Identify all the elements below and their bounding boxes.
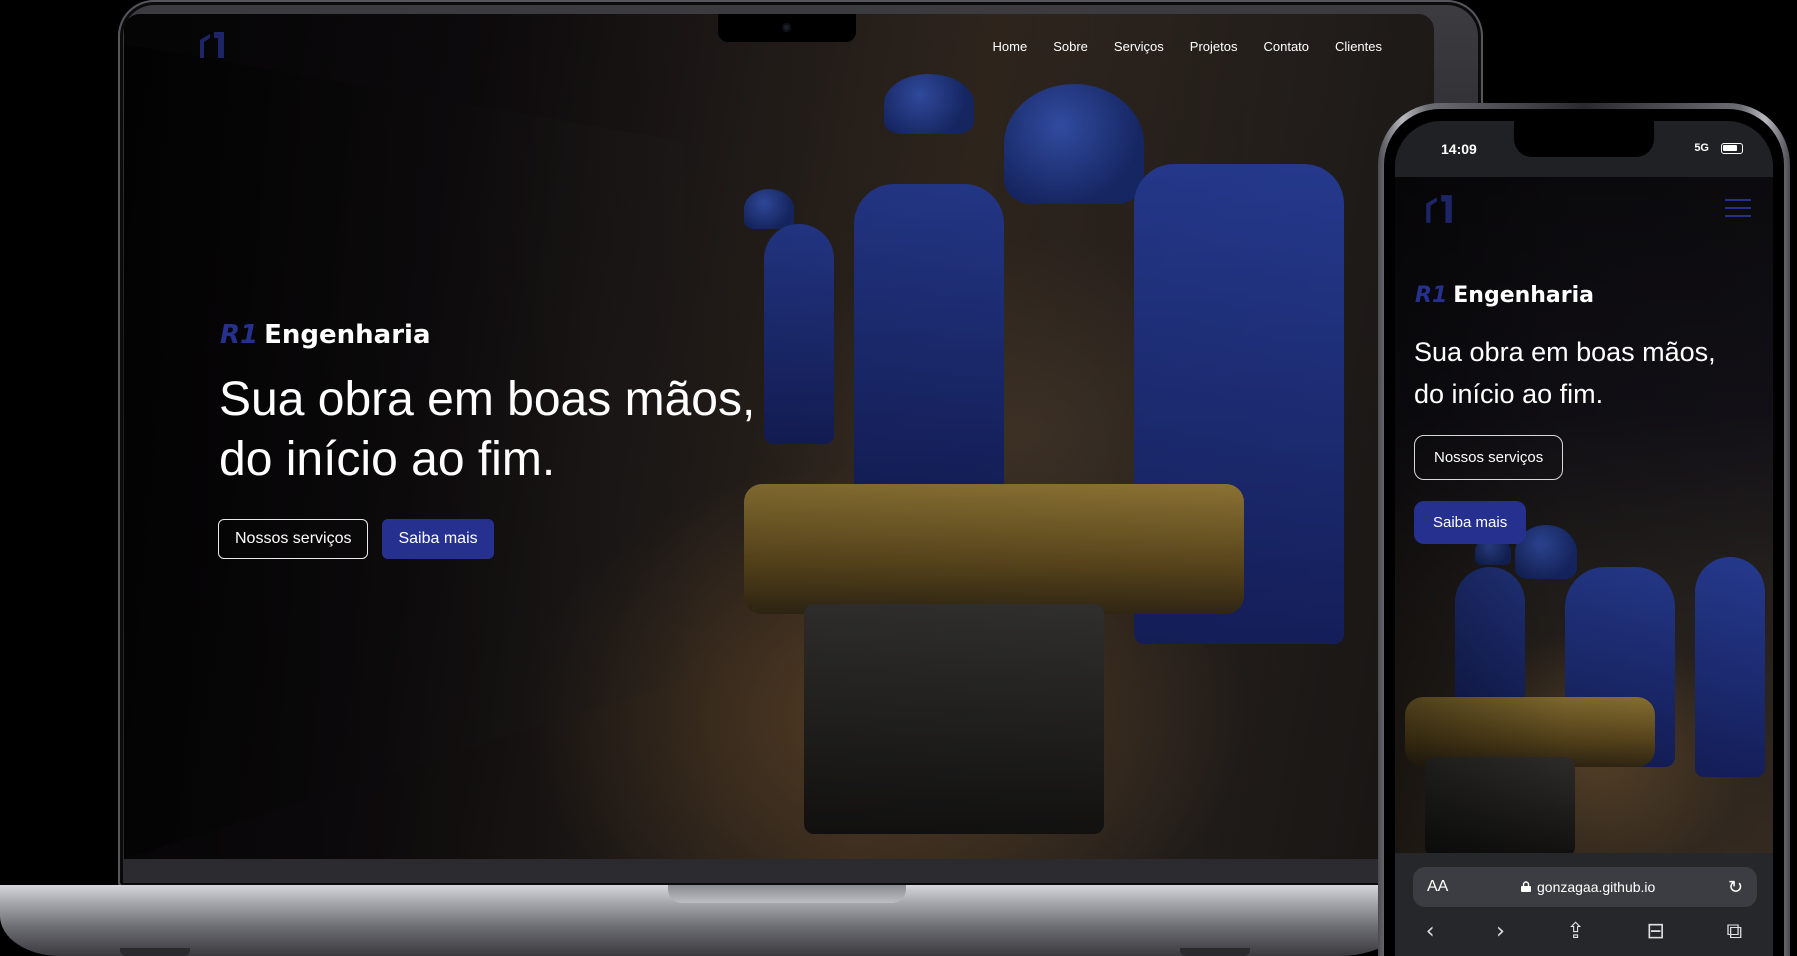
services-button[interactable]: Nossos serviços <box>218 519 369 559</box>
address-bar[interactable]: AA gonzagaa.github.io ↻ <box>1413 867 1757 907</box>
logo-icon[interactable] <box>196 30 228 60</box>
nav-contato[interactable]: Contato <box>1263 39 1309 54</box>
signal-indicator: 5G <box>1694 142 1709 154</box>
text-size-button[interactable]: AA <box>1427 878 1448 896</box>
nav-servicos[interactable]: Serviços <box>1114 39 1164 54</box>
main-nav: Home Sobre Serviços Projetos Contato Cli… <box>993 39 1382 54</box>
menu-bar <box>1725 215 1751 217</box>
brand-mark: R1 <box>1415 283 1448 308</box>
nav-clientes[interactable]: Clientes <box>1335 39 1382 54</box>
phone-site: R1 Engenharia Sua obra em boas mãos, do i… <box>1395 177 1773 853</box>
services-button[interactable]: Nossos serviços <box>1414 435 1564 480</box>
hero-actions: Nossos serviços Saiba mais <box>218 519 494 559</box>
status-bar: 14:09 5G <box>1395 121 1773 177</box>
reload-icon[interactable]: ↻ <box>1728 877 1743 898</box>
hero-title-line1: Sua obra em boas mãos, <box>219 373 756 426</box>
brand-name: Engenharia <box>1453 283 1595 308</box>
menu-bar <box>1725 207 1751 209</box>
status-time: 14:09 <box>1441 141 1477 157</box>
share-icon[interactable]: ⇪ <box>1566 919 1584 944</box>
phone-screen: 14:09 5G R1 Engenharia Sua obra em boas m… <box>1395 121 1773 956</box>
laptop-notch <box>718 14 856 42</box>
learn-more-button[interactable]: Saiba mais <box>1414 501 1527 544</box>
dynamic-island <box>1514 121 1654 157</box>
laptop-base <box>0 885 1420 956</box>
browser-chrome: AA gonzagaa.github.io ↻ ‹ › ⇪ ⊟ ⧉ <box>1395 853 1773 956</box>
brand-mark: R1 <box>220 320 259 350</box>
lock-icon <box>1521 881 1531 892</box>
hero-brand: R1 Engenharia <box>1415 283 1594 308</box>
browser-toolbar: ‹ › ⇪ ⊟ ⧉ <box>1395 919 1773 944</box>
laptop-groove <box>668 885 906 903</box>
nav-home[interactable]: Home <box>993 39 1028 54</box>
laptop-foot <box>120 948 190 956</box>
bookmarks-icon[interactable]: ⊟ <box>1646 919 1664 944</box>
tabs-icon[interactable]: ⧉ <box>1726 919 1742 944</box>
hero-title: Sua obra em boas mãos, do início ao fim. <box>219 370 859 490</box>
laptop-foot <box>1180 948 1250 956</box>
logo-icon[interactable] <box>1421 193 1457 225</box>
hero-title-line2: do início ao fim. <box>219 433 556 486</box>
menu-bar <box>1725 199 1751 201</box>
hero-brand: R1 Engenharia <box>220 320 430 350</box>
camera-icon <box>782 23 791 32</box>
back-icon[interactable]: ‹ <box>1426 919 1435 944</box>
url-text: gonzagaa.github.io <box>1537 879 1656 895</box>
learn-more-button[interactable]: Saiba mais <box>382 519 494 559</box>
menu-icon[interactable] <box>1725 199 1751 217</box>
forward-icon[interactable]: › <box>1496 919 1505 944</box>
brand-name: Engenharia <box>264 320 431 350</box>
nav-projetos[interactable]: Projetos <box>1190 39 1238 54</box>
battery-icon <box>1721 143 1743 154</box>
nav-sobre[interactable]: Sobre <box>1053 39 1088 54</box>
hero-title: Sua obra em boas mãos, do início ao fim. <box>1414 337 1716 409</box>
laptop-screen: Home Sobre Serviços Projetos Contato Cli… <box>124 14 1434 859</box>
